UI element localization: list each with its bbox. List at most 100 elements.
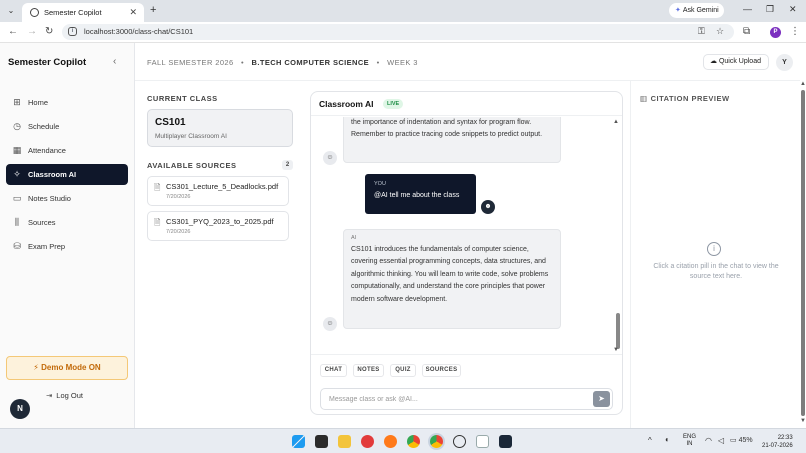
minimize-icon[interactable]: — bbox=[743, 4, 752, 14]
browser-menu-icon[interactable]: ⋮ bbox=[790, 26, 800, 37]
tab-close-icon[interactable]: ✕ bbox=[129, 7, 137, 18]
citation-empty-text: Click a citation pill in the chat to vie… bbox=[653, 263, 779, 280]
region-code: IN bbox=[686, 441, 693, 447]
sidebar-item-exam-prep[interactable]: ⛁ Exam Prep bbox=[6, 236, 128, 257]
media-player-icon[interactable] bbox=[361, 435, 374, 448]
document-icon: 🗎 bbox=[154, 183, 161, 192]
tab-quiz[interactable]: QUIZ bbox=[390, 364, 416, 377]
page-scrollbar-thumb[interactable] bbox=[801, 90, 805, 416]
source-name: CS301_Lecture_5_Deadlocks.pdf bbox=[166, 182, 279, 191]
chat-scroll-up-icon[interactable]: ▲ bbox=[613, 119, 619, 125]
browser-profile-avatar[interactable]: P bbox=[770, 27, 781, 38]
password-key-icon[interactable]: ⚿ bbox=[698, 26, 705, 37]
app-dark-a-icon[interactable] bbox=[499, 435, 512, 448]
browser-tab[interactable]: Semester Copilot ✕ bbox=[22, 3, 144, 22]
tab-sources[interactable]: SOURCES bbox=[422, 364, 461, 377]
sidebar-item-home[interactable]: ⊞ Home bbox=[6, 92, 128, 113]
sidebar-item-label: Exam Prep bbox=[28, 242, 66, 251]
start-windows-icon[interactable] bbox=[292, 435, 305, 448]
demo-mode-button[interactable]: ⚡ Demo Mode ON bbox=[6, 356, 128, 380]
upload-cloud-icon: ☁ bbox=[710, 58, 717, 65]
bot-avatar-icon: ☺ bbox=[323, 317, 337, 331]
browser-tabstrip: ⌄ Semester Copilot ✕ + ✦ Ask Gemini — ❐ ✕ bbox=[0, 0, 806, 22]
tray-app-icon[interactable]: ◐ bbox=[665, 435, 670, 444]
source-name: CS301_PYQ_2023_to_2025.pdf bbox=[166, 217, 274, 226]
tab-search-chevron-icon[interactable]: ⌄ bbox=[5, 5, 17, 17]
sidebar-item-label: Notes Studio bbox=[28, 194, 71, 203]
spark-icon: ✧ bbox=[13, 169, 21, 179]
browser-toolbar: ← → ↻ i localhost:3000/class-chat/CS101 … bbox=[0, 22, 806, 43]
logout-label: Log Out bbox=[56, 391, 83, 400]
input-language[interactable]: ENG IN bbox=[683, 434, 696, 448]
tab-chat[interactable]: CHAT bbox=[320, 364, 347, 377]
restore-icon[interactable]: ❐ bbox=[766, 4, 774, 15]
breadcrumb-program: B.TECH COMPUTER SCIENCE bbox=[251, 58, 370, 67]
ai-message-bubble: AI CS101 introduces the fundamentals of … bbox=[343, 229, 561, 329]
breadcrumb-semester: FALL SEMESTER 2026 bbox=[147, 58, 234, 67]
site-info-icon[interactable]: i bbox=[68, 27, 77, 36]
quick-upload-button[interactable]: ☁ Quick Upload bbox=[703, 54, 769, 70]
reload-icon[interactable]: ↻ bbox=[45, 26, 53, 37]
volume-icon[interactable]: ◁ bbox=[718, 436, 724, 445]
bookmark-star-icon[interactable]: ☆ bbox=[716, 26, 724, 37]
back-arrow-icon[interactable]: ← bbox=[8, 26, 18, 37]
breadcrumb-separator: • bbox=[241, 58, 245, 67]
logout-button[interactable]: ⇥ Log Out bbox=[46, 391, 83, 400]
page-scroll-down-icon[interactable]: ▼ bbox=[800, 418, 806, 424]
message-input[interactable] bbox=[320, 388, 613, 410]
info-icon: i bbox=[707, 242, 721, 256]
send-button[interactable]: ➤ bbox=[593, 391, 610, 407]
task-view-icon[interactable] bbox=[315, 435, 328, 448]
sidebar-item-classroom-ai[interactable]: ✧ Classroom AI bbox=[6, 164, 128, 185]
source-item[interactable]: 🗎 CS301_PYQ_2023_to_2025.pdf 7/20/2026 bbox=[147, 211, 289, 241]
sidebar-item-notes-studio[interactable]: ▭ Notes Studio bbox=[6, 188, 128, 209]
system-clock[interactable]: 22:33 21-07-2026 bbox=[762, 434, 793, 450]
user-avatar[interactable]: N bbox=[10, 399, 30, 419]
app-a-icon[interactable] bbox=[476, 435, 489, 448]
chrome-active-icon[interactable] bbox=[430, 435, 443, 448]
page-scroll-up-icon[interactable]: ▲ bbox=[800, 81, 806, 87]
live-badge: LIVE bbox=[383, 99, 404, 109]
demo-mode-label: Demo Mode ON bbox=[41, 363, 101, 372]
header-user-avatar[interactable]: Y bbox=[776, 54, 793, 71]
chat-footer: CHAT NOTES QUIZ SOURCES ➤ bbox=[311, 354, 622, 414]
battery-icon: ▭ bbox=[730, 437, 737, 444]
openai-icon[interactable] bbox=[453, 435, 466, 448]
lightning-icon: ⚡ bbox=[33, 363, 39, 372]
page-scrollbar[interactable]: ▲ ▼ bbox=[799, 81, 806, 428]
chat-messages[interactable]: the importance of indentation and syntax… bbox=[311, 117, 622, 354]
app-root: Semester Copilot ‹ ⊞ Home ◷ Schedule ▦ A… bbox=[0, 43, 806, 428]
forward-arrow-icon[interactable]: → bbox=[27, 26, 37, 37]
chat-header: Classroom AI LIVE bbox=[311, 92, 622, 116]
ask-gemini-button[interactable]: ✦ Ask Gemini bbox=[669, 3, 724, 18]
new-tab-plus-icon[interactable]: + bbox=[150, 4, 156, 16]
sidebar-item-attendance[interactable]: ▦ Attendance bbox=[6, 140, 128, 161]
address-bar[interactable]: i localhost:3000/class-chat/CS101 ⚿ ☆ bbox=[62, 24, 734, 40]
firefox-icon[interactable] bbox=[384, 435, 397, 448]
window-close-icon[interactable]: ✕ bbox=[789, 4, 797, 15]
battery-status[interactable]: ▭ 45% bbox=[730, 436, 753, 444]
collapse-sidebar-icon[interactable]: ‹ bbox=[113, 56, 116, 67]
chrome-icon[interactable] bbox=[407, 435, 420, 448]
wifi-icon[interactable]: ◠ bbox=[705, 436, 712, 445]
main-area: FALL SEMESTER 2026 • B.TECH COMPUTER SCI… bbox=[135, 43, 806, 428]
clock-time: 22:33 bbox=[777, 435, 793, 441]
quick-upload-label: Quick Upload bbox=[718, 58, 761, 65]
notes-icon: ▭ bbox=[12, 193, 22, 203]
library-icon: ⫼ bbox=[14, 217, 20, 227]
extensions-icon[interactable]: ⧉ bbox=[743, 26, 750, 37]
sidebar-item-sources[interactable]: ⫼ Sources bbox=[6, 212, 128, 233]
file-explorer-icon[interactable] bbox=[338, 435, 351, 448]
tray-chevron-up-icon[interactable]: ^ bbox=[648, 436, 652, 445]
tab-notes[interactable]: NOTES bbox=[353, 364, 384, 377]
source-item[interactable]: 🗎 CS301_Lecture_5_Deadlocks.pdf 7/20/202… bbox=[147, 176, 289, 206]
clock-icon: ◷ bbox=[13, 121, 21, 131]
message-role: YOU bbox=[374, 181, 386, 187]
chat-scroll-down-icon[interactable]: ▼ bbox=[613, 347, 619, 353]
ai-message-bubble: the importance of indentation and syntax… bbox=[343, 117, 561, 163]
gemini-star-icon: ✦ bbox=[675, 7, 681, 14]
address-url[interactable]: localhost:3000/class-chat/CS101 bbox=[84, 27, 193, 36]
chat-scrollbar-thumb[interactable] bbox=[616, 313, 620, 349]
current-class-card[interactable]: CS101 Multiplayer Classroom AI bbox=[147, 109, 293, 147]
sidebar-item-schedule[interactable]: ◷ Schedule bbox=[6, 116, 128, 137]
